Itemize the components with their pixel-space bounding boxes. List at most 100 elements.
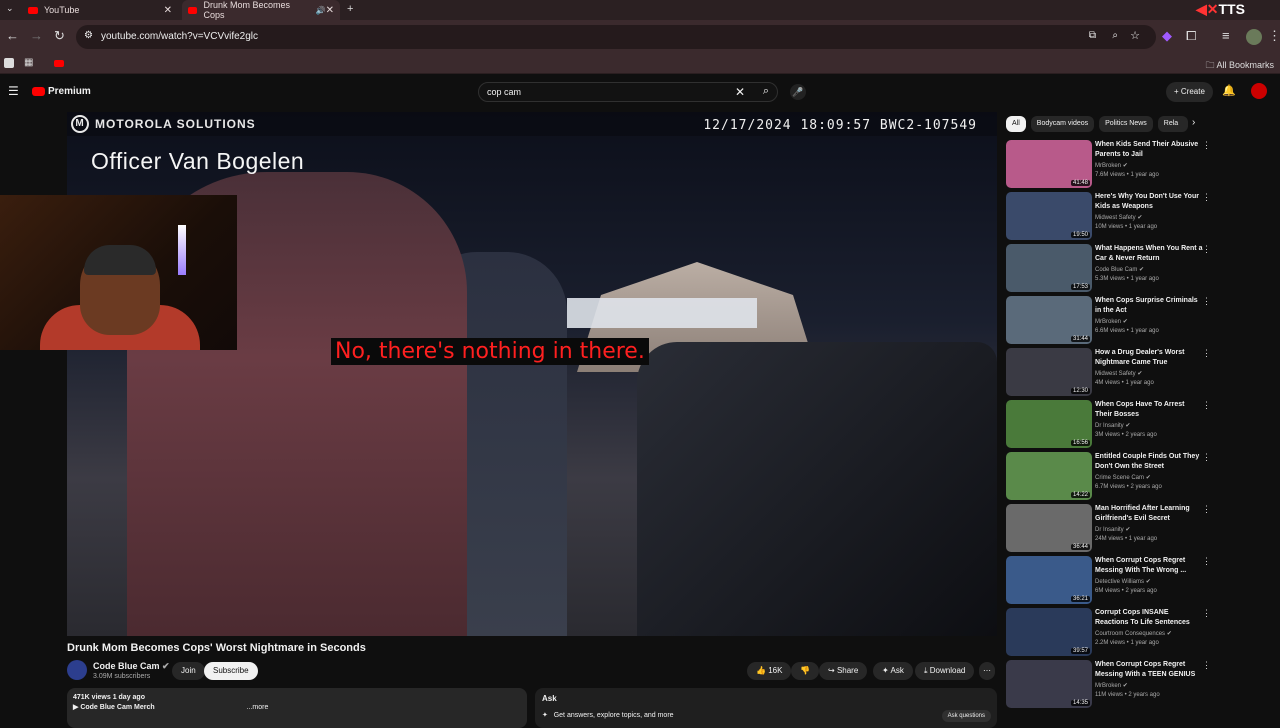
notifications-bell-icon[interactable]: 🔔 xyxy=(1222,84,1236,97)
video-thumbnail[interactable]: 12:30 xyxy=(1006,348,1092,396)
more-options-icon[interactable]: ⋮ xyxy=(1202,452,1211,463)
chip-politics[interactable]: Politics News xyxy=(1099,116,1153,132)
channel-name[interactable]: Code Blue Cam ✔ xyxy=(93,661,170,672)
description-box[interactable]: 471K views 1 day ago ▶ Code Blue Cam Mer… xyxy=(67,688,527,728)
recommendation-channel[interactable]: MrBroken ✔ xyxy=(1095,682,1128,689)
forward-icon[interactable]: → xyxy=(30,28,43,43)
video-thumbnail[interactable]: 36:21 xyxy=(1006,556,1092,604)
more-options-icon[interactable]: ⋮ xyxy=(1202,192,1211,203)
video-thumbnail[interactable]: 17:53 xyxy=(1006,244,1092,292)
recommendation-item[interactable]: 39:57 Corrupt Cops INSANE Reactions To Li… xyxy=(1006,608,1276,658)
back-icon[interactable]: ← xyxy=(6,28,19,43)
recommendation-item[interactable]: 16:56 When Cops Have To Arrest Their Boss… xyxy=(1006,400,1276,450)
more-options-icon[interactable]: ⋮ xyxy=(1202,296,1211,307)
hamburger-menu-icon[interactable]: ☰ xyxy=(8,84,19,98)
recommendation-item[interactable]: 14:35 When Corrupt Cops Regret Messing Wi… xyxy=(1006,660,1276,710)
chevron-right-icon[interactable]: › xyxy=(1192,117,1195,128)
search-box[interactable]: cop cam ✕ ⌕ xyxy=(478,82,778,102)
reload-icon[interactable]: ↻ xyxy=(54,28,65,44)
channel-avatar[interactable] xyxy=(67,660,87,680)
recommendation-channel[interactable]: MrBroken ✔ xyxy=(1095,318,1128,325)
menu-icon[interactable]: ⋮ xyxy=(1268,28,1280,44)
recommendation-item[interactable]: 12:30 How a Drug Dealer's Worst Nightmare… xyxy=(1006,348,1276,398)
all-bookmarks[interactable]: 🗀 All Bookmarks xyxy=(1205,58,1274,74)
more-options-icon[interactable]: ⋮ xyxy=(1202,140,1211,151)
video-thumbnail[interactable]: 36:44 xyxy=(1006,504,1092,552)
recommendation-channel[interactable]: Code Blue Cam ✔ xyxy=(1095,266,1144,273)
recommendation-item[interactable]: 19:50 Here's Why You Don't Use Your Kids … xyxy=(1006,192,1276,242)
more-options-icon[interactable]: ⋮ xyxy=(1202,504,1211,515)
new-tab-icon[interactable]: + xyxy=(347,3,353,15)
more-options-icon[interactable]: ⋮ xyxy=(1202,660,1211,671)
recommendation-item[interactable]: 14:22 Entitled Couple Finds Out They Don'… xyxy=(1006,452,1276,502)
profile-avatar[interactable] xyxy=(1246,29,1262,45)
recommendation-channel[interactable]: Courtroom Consequences ✔ xyxy=(1095,630,1172,637)
zoom-icon[interactable]: ⌕ xyxy=(1112,30,1118,41)
recommendation-channel[interactable]: Midwest Safety ✔ xyxy=(1095,370,1142,377)
media-controls-icon[interactable]: ≡ xyxy=(1222,28,1230,43)
recommendation-title[interactable]: Here's Why You Don't Use Your Kids as We… xyxy=(1095,192,1203,212)
apps-grid-icon[interactable]: ▦ xyxy=(24,57,33,68)
video-thumbnail[interactable]: 41:48 xyxy=(1006,140,1092,188)
video-thumbnail[interactable]: 39:57 xyxy=(1006,608,1092,656)
recommendation-title[interactable]: How a Drug Dealer's Worst Nightmare Came… xyxy=(1095,348,1203,368)
merch-link[interactable]: ▶ Code Blue Cam Merch xyxy=(73,704,155,711)
chip-related[interactable]: Rela xyxy=(1157,116,1188,132)
ask-questions-button[interactable]: Ask questions xyxy=(941,710,991,722)
address-bar[interactable]: ⚙ youtube.com/watch?v=VCVvife2glc ⧉ ⌕ ☆ xyxy=(76,25,1156,49)
recommendation-title[interactable]: When Cops Have To Arrest Their Bosses xyxy=(1095,400,1203,420)
video-thumbnail[interactable]: 19:50 xyxy=(1006,192,1092,240)
create-button[interactable]: + Create xyxy=(1166,82,1213,102)
video-player[interactable]: M MOTOROLA SOLUTIONS 12/17/2024 18:09:57… xyxy=(67,112,997,636)
recommendation-channel[interactable]: MrBroken ✔ xyxy=(1095,162,1128,169)
install-icon[interactable]: ⧉ xyxy=(1089,30,1096,41)
recommendation-title[interactable]: Entitled Couple Finds Out They Don't Own… xyxy=(1095,452,1203,472)
recommendation-channel[interactable]: Dr Insanity ✔ xyxy=(1095,422,1130,429)
recommendation-item[interactable]: 36:21 When Corrupt Cops Regret Messing Wi… xyxy=(1006,556,1276,606)
recommendation-item[interactable]: 36:44 Man Horrified After Learning Girlfr… xyxy=(1006,504,1276,554)
tab-list-icon[interactable]: ⌄ xyxy=(6,3,14,14)
recommendation-item[interactable]: 41:48 When Kids Send Their Abusive Parent… xyxy=(1006,140,1276,190)
recommendation-item[interactable]: 31:44 When Cops Surprise Criminals in the… xyxy=(1006,296,1276,346)
tts-extension[interactable]: ◀✕TTS xyxy=(1196,1,1245,18)
recommendation-title[interactable]: When Corrupt Cops Regret Messing With Th… xyxy=(1095,556,1203,576)
recommendation-title[interactable]: When Kids Send Their Abusive Parents to … xyxy=(1095,140,1203,160)
recommendation-channel[interactable]: Midwest Safety ✔ xyxy=(1095,214,1142,221)
recommendation-title[interactable]: Corrupt Cops INSANE Reactions To Life Se… xyxy=(1095,608,1203,628)
like-button[interactable]: 👍 16K xyxy=(747,662,792,680)
recommendation-title[interactable]: What Happens When You Rent a Car & Never… xyxy=(1095,244,1203,264)
video-thumbnail[interactable]: 16:56 xyxy=(1006,400,1092,448)
account-avatar[interactable] xyxy=(1251,83,1267,99)
clear-search-icon[interactable]: ✕ xyxy=(735,85,745,99)
search-input[interactable]: cop cam xyxy=(487,87,521,97)
microphone-icon[interactable]: 🎤 xyxy=(790,84,806,100)
subscribe-button[interactable]: Subscribe xyxy=(204,662,258,680)
recommendation-title[interactable]: When Cops Surprise Criminals in the Act xyxy=(1095,296,1203,316)
ask-prompt[interactable]: ✦ Get answers, explore topics, and more xyxy=(542,711,674,719)
extension-icon[interactable]: ◆ xyxy=(1162,28,1172,44)
more-options-icon[interactable]: ⋮ xyxy=(1202,400,1211,411)
recommendation-title[interactable]: Man Horrified After Learning Girlfriend'… xyxy=(1095,504,1203,524)
more-options-icon[interactable]: ⋮ xyxy=(1202,556,1211,567)
bookmark-item-icon[interactable] xyxy=(4,58,14,68)
video-thumbnail[interactable]: 31:44 xyxy=(1006,296,1092,344)
share-button[interactable]: ↪ Share xyxy=(819,662,868,680)
recommendation-channel[interactable]: Detective Williams ✔ xyxy=(1095,578,1151,585)
chip-bodycam[interactable]: Bodycam videos xyxy=(1030,116,1095,132)
recommendation-title[interactable]: When Corrupt Cops Regret Messing With a … xyxy=(1095,660,1203,680)
youtube-bookmark-icon[interactable] xyxy=(54,60,64,67)
search-icon[interactable]: ⌕ xyxy=(763,85,769,98)
close-icon[interactable]: ✕ xyxy=(326,5,334,16)
more-link[interactable]: ...more xyxy=(247,704,269,711)
ask-button[interactable]: ✦ Ask xyxy=(873,662,913,680)
close-icon[interactable]: ✕ xyxy=(164,5,172,16)
bookmark-star-icon[interactable]: ☆ xyxy=(1130,29,1140,42)
site-info-icon[interactable]: ⚙ xyxy=(84,30,93,41)
tab-video[interactable]: Drunk Mom Becomes Cops 🔊 ✕ xyxy=(182,0,340,20)
youtube-logo[interactable]: Premium xyxy=(32,86,91,97)
join-button[interactable]: Join xyxy=(172,662,205,680)
extensions-puzzle-icon[interactable]: ⧠ xyxy=(1186,28,1196,44)
recommendation-channel[interactable]: Dr Insanity ✔ xyxy=(1095,526,1130,533)
more-options-icon[interactable]: ⋮ xyxy=(1202,348,1211,359)
download-button[interactable]: ⤓ Download xyxy=(915,662,975,680)
